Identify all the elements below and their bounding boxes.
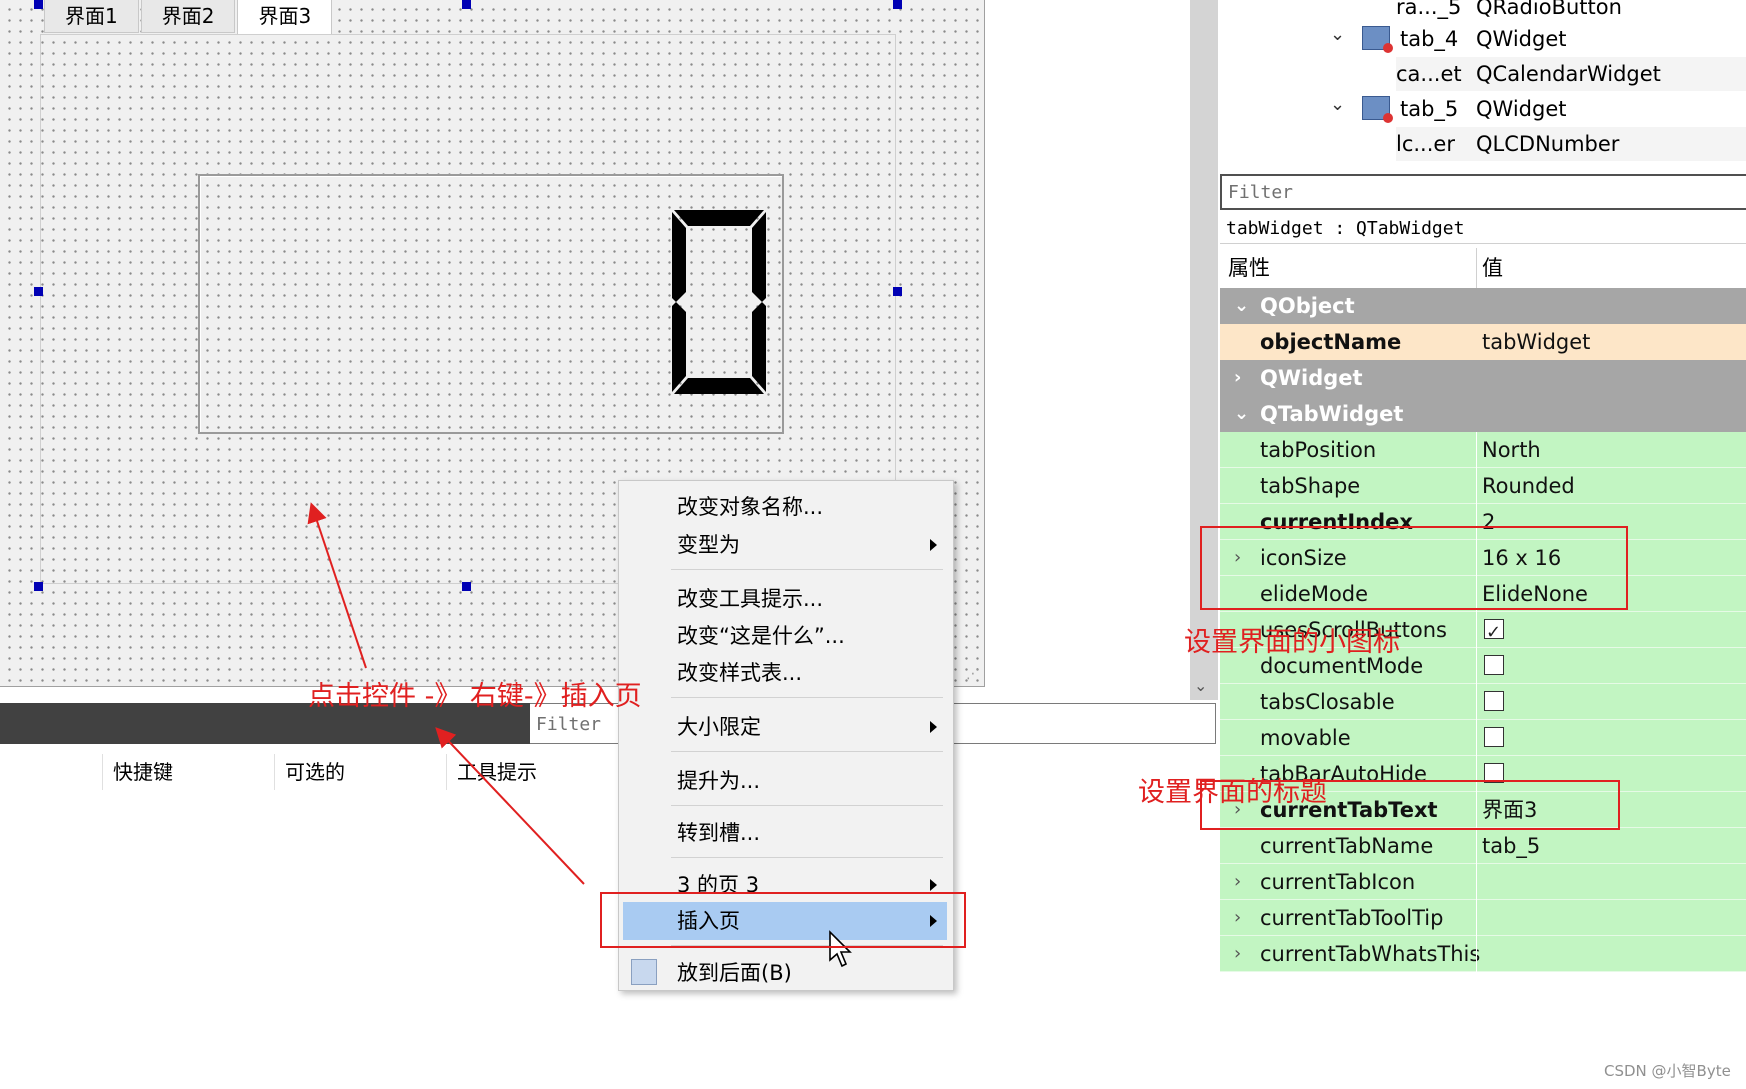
annotation-box-insert-page <box>600 892 966 948</box>
annotation-icon-hint: 设置界面的小图标 <box>1184 627 1400 658</box>
watermark: CSDN @小智Byte <box>1604 1062 1731 1080</box>
annotation-box-currenttabtext <box>1200 780 1620 830</box>
annotation-click-hint: 点击控件 -》 右键-》插入页 <box>308 681 642 712</box>
annotation-box-iconsize <box>1200 526 1628 610</box>
